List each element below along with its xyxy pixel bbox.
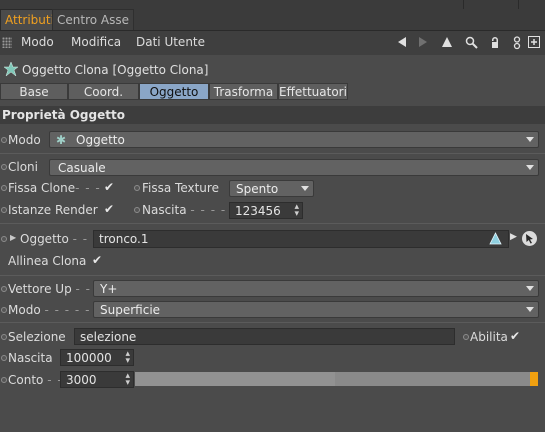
vettore-up-value: Y+ xyxy=(100,282,118,296)
divider xyxy=(0,322,545,323)
fissa-clone-label: Fissa Clone- - - xyxy=(8,181,101,195)
selezione-value: selezione xyxy=(80,330,137,344)
tab-effettuatori[interactable]: Effettuatori xyxy=(278,83,348,100)
spinner-arrows-icon[interactable]: ▴ ▾ xyxy=(294,203,299,219)
menu-modo[interactable]: Modo xyxy=(21,35,54,49)
search-icon[interactable] xyxy=(464,36,478,50)
nascita-value: 100000 xyxy=(66,351,112,365)
spinner-arrows-icon[interactable]: ▴ ▾ xyxy=(125,372,130,388)
modo2-dropdown[interactable]: Superficie xyxy=(93,301,539,318)
modo2-value: Superficie xyxy=(100,303,161,317)
modo-value: Oggetto xyxy=(76,133,125,147)
object-type-icon xyxy=(489,232,502,248)
oggetto-value: tronco.1 xyxy=(99,232,149,246)
oggetto-label: Oggetto - - - xyxy=(20,232,99,246)
chevron-down-icon xyxy=(526,307,534,312)
menu-bar: Modo Modifica Dati Utente xyxy=(0,31,545,55)
nascita-label: Nascita xyxy=(8,351,53,365)
istanze-render-label: Istanze Render xyxy=(8,203,98,217)
keyframe-dot[interactable] xyxy=(463,334,469,340)
divider xyxy=(0,275,545,276)
panel-tab-strip: Attributi Centro Asse xyxy=(0,0,545,31)
conto-label: Conto - - xyxy=(8,373,63,387)
fissa-texture-dropdown[interactable]: Spento xyxy=(229,180,314,197)
oggetto-link-field[interactable]: tronco.1 xyxy=(93,230,509,248)
divider xyxy=(0,153,545,154)
node-icon[interactable] xyxy=(510,36,524,50)
cloni-value: Casuale xyxy=(58,161,106,175)
keyframe-dot[interactable] xyxy=(1,185,7,191)
nascita-input[interactable]: 100000 ▴ ▾ xyxy=(60,349,134,366)
lock-icon[interactable] xyxy=(488,36,502,50)
tab-base[interactable]: Base xyxy=(0,83,68,100)
keyframe-dot[interactable] xyxy=(1,137,7,143)
link-arrow-icon[interactable]: ▶ xyxy=(510,232,517,242)
cloner-icon xyxy=(3,61,19,77)
chevron-down-icon xyxy=(526,137,534,142)
conto-value: 3000 xyxy=(66,373,97,387)
chevron-down-icon xyxy=(526,286,534,291)
cloni-dropdown[interactable]: Casuale xyxy=(49,159,539,176)
pick-cursor-icon[interactable] xyxy=(521,230,538,250)
fissa-texture-value: Spento xyxy=(236,182,279,196)
keyframe-dot[interactable] xyxy=(134,185,140,191)
modo-label: Modo xyxy=(8,133,41,147)
abilita-label: Abilita xyxy=(470,330,508,344)
modo-dropdown[interactable]: ✱ Oggetto xyxy=(49,131,539,148)
allinea-clona-label: Allinea Clona xyxy=(8,254,87,268)
istanze-render-checkbox[interactable]: ✔ xyxy=(104,202,114,216)
fissa-clone-checkbox[interactable]: ✔ xyxy=(104,180,114,194)
chevron-down-icon xyxy=(526,165,534,170)
menu-dati-utente[interactable]: Dati Utente xyxy=(136,35,205,49)
conto-input[interactable]: 3000 ▴ ▾ xyxy=(60,371,134,388)
keyframe-dot[interactable] xyxy=(1,307,7,313)
tab-oggetto[interactable]: Oggetto xyxy=(139,83,209,100)
slider-handle[interactable] xyxy=(530,372,538,386)
selezione-label: Selezione xyxy=(8,330,66,344)
divider xyxy=(463,0,464,9)
fissa-texture-label: Fissa Texture xyxy=(142,181,219,195)
divider xyxy=(0,223,545,224)
grip-handle-icon[interactable] xyxy=(2,37,12,48)
keyframe-dot[interactable] xyxy=(1,164,7,170)
chevron-down-icon xyxy=(301,186,309,191)
new-window-icon[interactable] xyxy=(527,36,541,50)
nascita-seed-input[interactable]: 123456 ▴ ▾ xyxy=(229,202,303,219)
spinner-arrows-icon[interactable]: ▴ ▾ xyxy=(125,350,130,366)
expand-arrow-icon[interactable]: ▶ xyxy=(10,233,16,242)
vettore-up-label: Vettore Up - - xyxy=(8,282,91,296)
conto-slider[interactable] xyxy=(135,372,538,386)
tab-coord[interactable]: Coord. xyxy=(68,83,139,100)
tab-centro-asse[interactable]: Centro Asse xyxy=(52,9,134,31)
cloner-icon: ✱ xyxy=(56,133,67,147)
arrow-up-icon[interactable] xyxy=(440,36,454,50)
allinea-clona-checkbox[interactable]: ✔ xyxy=(92,253,102,267)
keyframe-dot[interactable] xyxy=(1,236,7,242)
divider xyxy=(518,0,519,9)
slider-fill xyxy=(135,372,335,386)
keyframe-dot[interactable] xyxy=(1,355,7,361)
cloni-label: Cloni xyxy=(8,160,38,174)
nascita-seed-value: 123456 xyxy=(235,204,281,218)
arrow-right-icon[interactable] xyxy=(416,36,430,50)
keyframe-dot[interactable] xyxy=(134,207,140,213)
object-title: Oggetto Clona [Oggetto Clona] xyxy=(22,63,209,77)
section-title: Proprietà Oggetto xyxy=(2,108,125,122)
selezione-input[interactable]: selezione xyxy=(74,328,455,345)
section-header: Proprietà Oggetto xyxy=(0,106,545,124)
keyframe-dot[interactable] xyxy=(1,377,7,383)
tab-trasforma[interactable]: Trasforma xyxy=(209,83,278,100)
abilita-checkbox[interactable]: ✔ xyxy=(510,329,520,343)
keyframe-dot[interactable] xyxy=(1,334,7,340)
tab-attributi[interactable]: Attributi xyxy=(0,9,59,31)
menu-modifica[interactable]: Modifica xyxy=(71,35,121,49)
keyframe-dot[interactable] xyxy=(1,286,7,292)
keyframe-dot[interactable] xyxy=(1,207,7,213)
arrow-left-icon[interactable] xyxy=(395,36,409,50)
vettore-up-dropdown[interactable]: Y+ xyxy=(93,280,539,297)
